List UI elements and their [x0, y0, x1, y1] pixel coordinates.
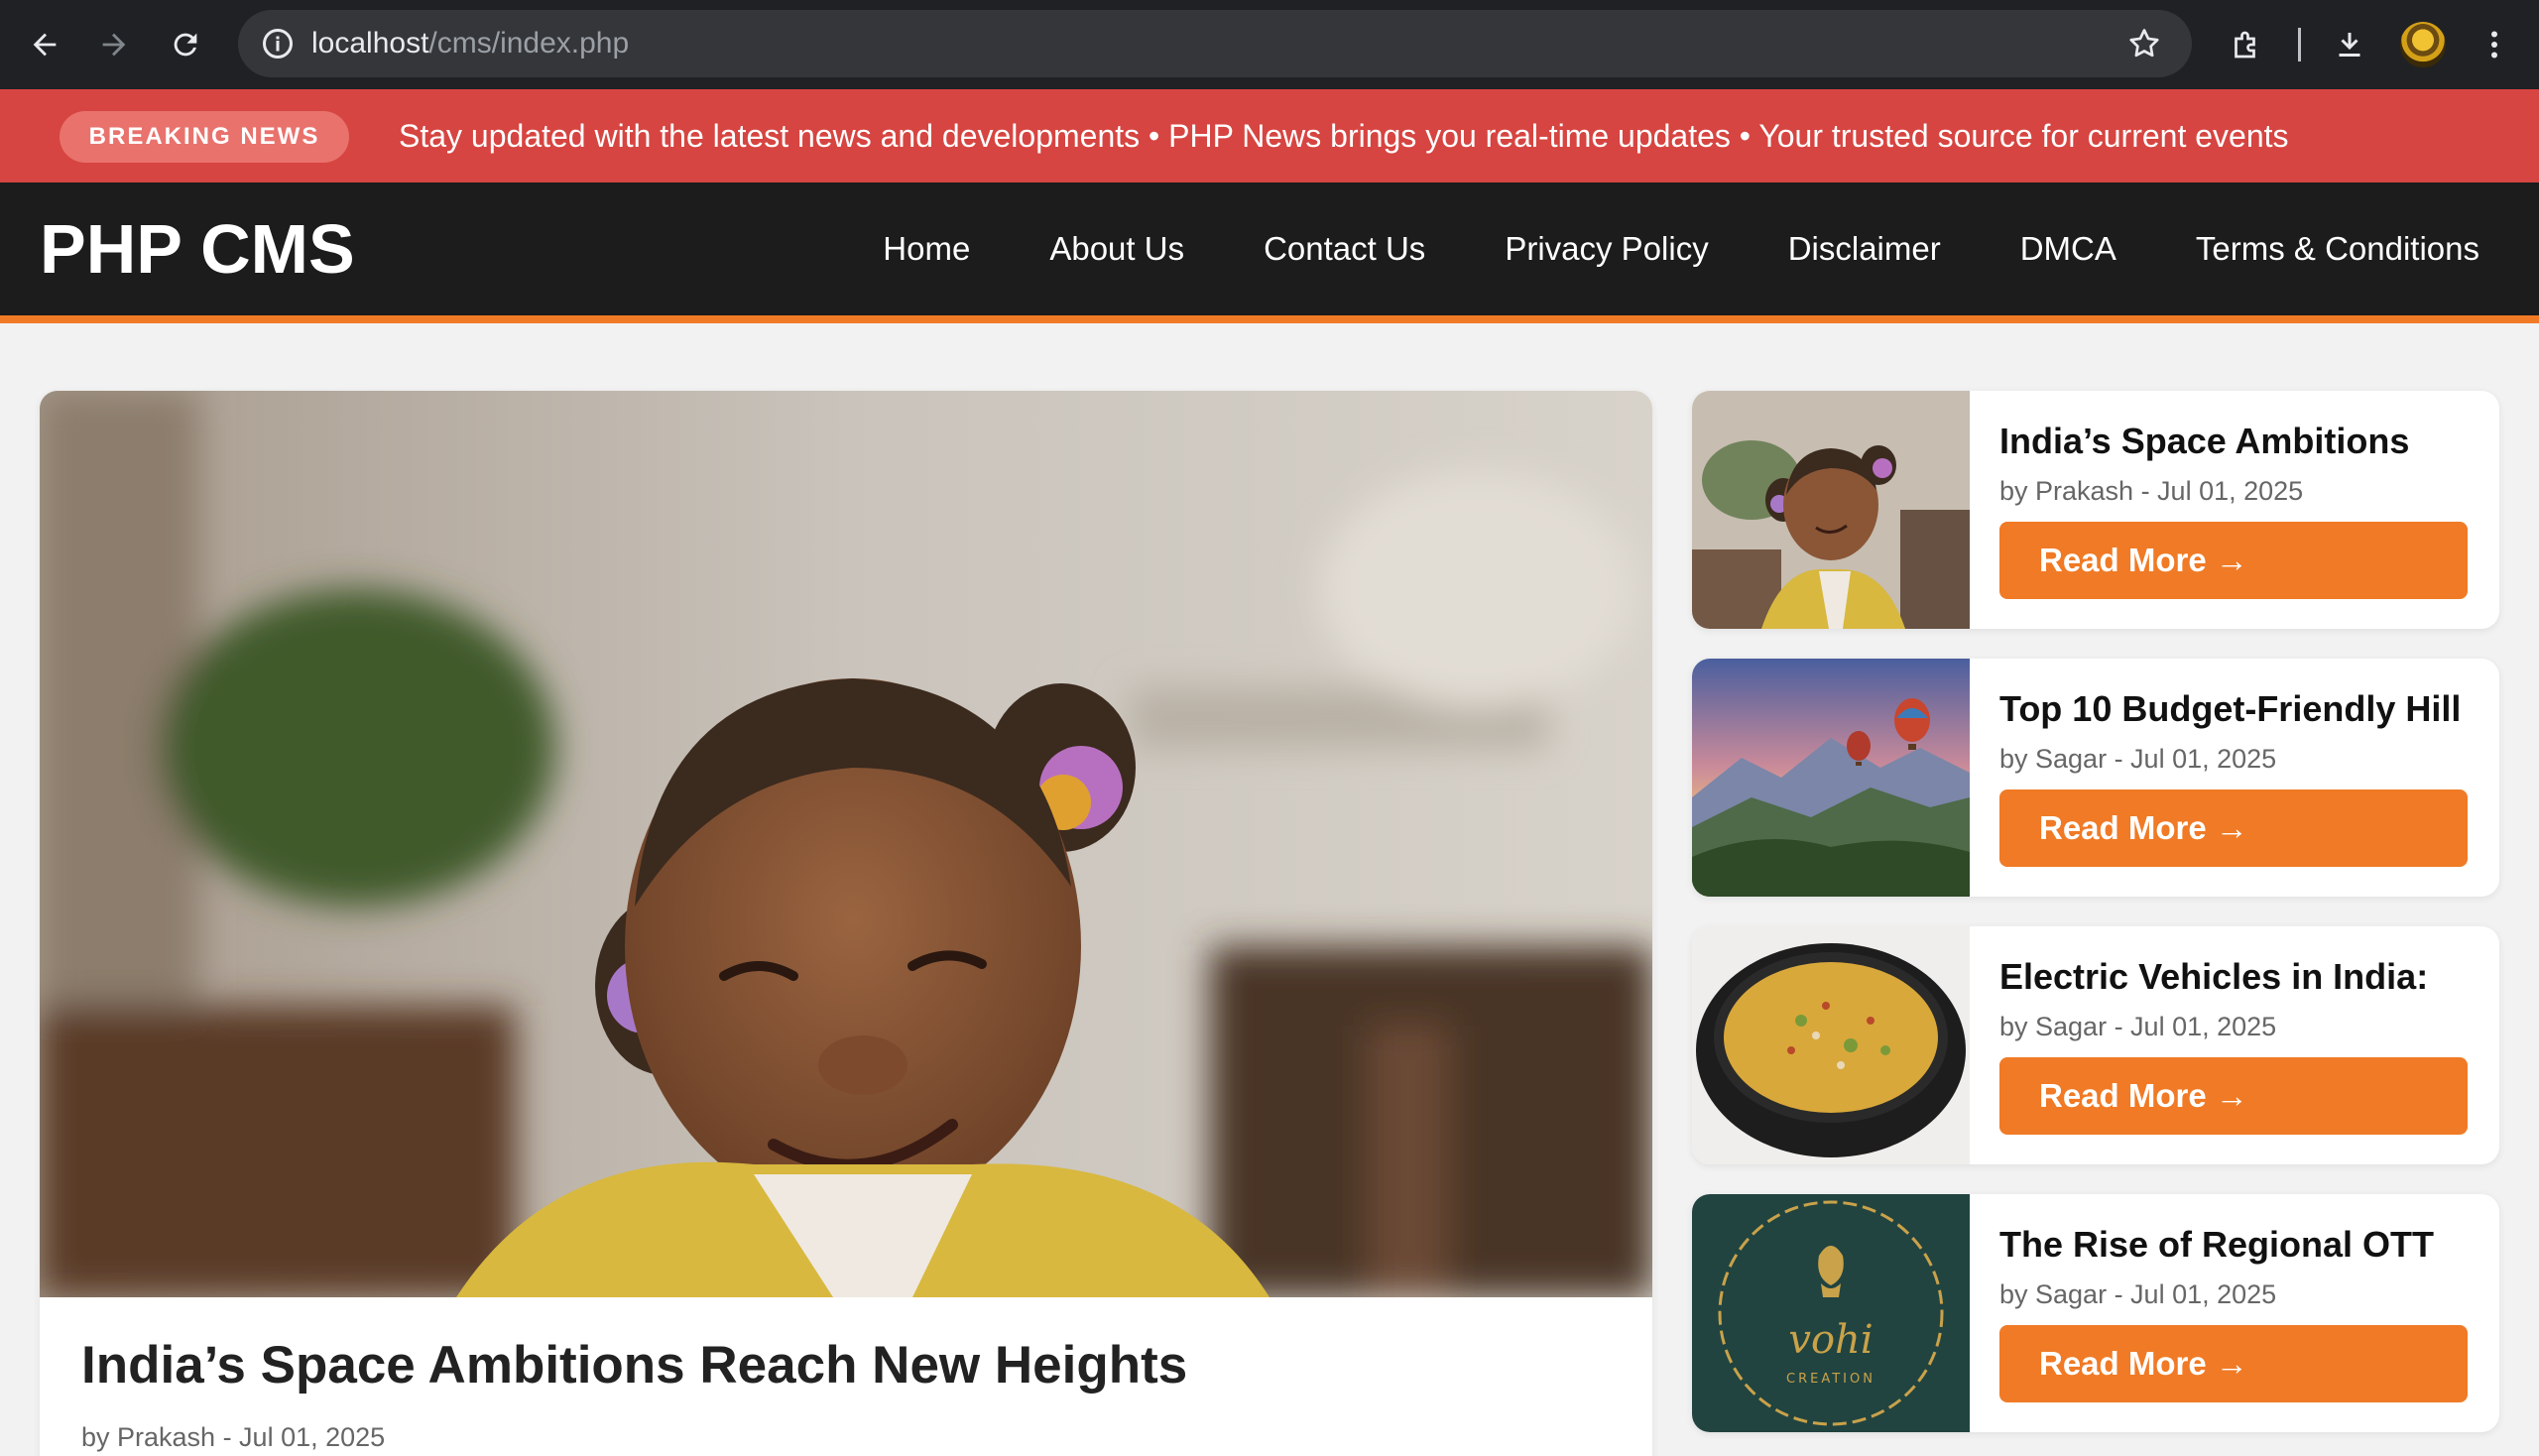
- featured-image[interactable]: [40, 391, 1652, 1297]
- reload-button[interactable]: [159, 18, 212, 71]
- card-thumbnail[interactable]: [1692, 659, 1970, 897]
- main-nav: Home About Us Contact Us Privacy Policy …: [883, 182, 2479, 315]
- sidebar-card[interactable]: Top 10 Budget-Friendly Hill by Sagar - J…: [1692, 659, 2499, 897]
- profile-avatar[interactable]: [2400, 22, 2446, 67]
- card-meta: by Sagar - Jul 01, 2025: [1999, 1279, 2277, 1309]
- smiling-girl-thumb: [1692, 391, 1970, 629]
- nav-privacy-policy[interactable]: Privacy Policy: [1505, 230, 1708, 268]
- browser-toolbar: localhost/cms/index.php: [0, 0, 2539, 89]
- read-more-button[interactable]: Read More →: [1999, 1325, 2468, 1402]
- read-more-button[interactable]: Read More →: [1999, 789, 2468, 867]
- back-button[interactable]: [18, 18, 71, 71]
- card-meta: by Sagar - Jul 01, 2025: [1999, 1012, 2277, 1041]
- read-more-button[interactable]: Read More →: [1999, 1057, 2468, 1135]
- reload-icon: [174, 33, 197, 57]
- download-icon: [2339, 33, 2360, 57]
- featured-article[interactable]: India’s Space Ambitions Reach New Height…: [40, 391, 1652, 1456]
- url-host: localhost: [311, 27, 429, 60]
- arrow-right-icon: [102, 33, 126, 57]
- downloads-button[interactable]: [2327, 22, 2372, 67]
- card-title[interactable]: The Rise of Regional OTT: [1999, 1224, 2434, 1266]
- puzzle-icon: [2235, 31, 2255, 59]
- card-title[interactable]: Top 10 Budget-Friendly Hill: [1999, 688, 2461, 730]
- card-meta: by Prakash - Jul 01, 2025: [1999, 476, 2304, 506]
- breaking-news-badge: BREAKING NEWS: [60, 111, 349, 163]
- address-bar[interactable]: localhost/cms/index.php: [238, 10, 2192, 77]
- url-text[interactable]: localhost/cms/index.php: [311, 10, 629, 77]
- read-more-button[interactable]: Read More →: [1999, 522, 2468, 599]
- breaking-news-ticker: Stay updated with the latest news and de…: [399, 118, 2289, 154]
- sidebar-card[interactable]: Electric Vehicles in India: by Sagar - J…: [1692, 926, 2499, 1164]
- sidebar-card[interactable]: India’s Space Ambitions by Prakash - Jul…: [1692, 391, 2499, 629]
- sidebar-card[interactable]: vohi CREATION The Rise of Regional OTT b…: [1692, 1194, 2499, 1432]
- arrow-left-icon: [33, 33, 57, 57]
- card-thumbnail[interactable]: [1692, 926, 1970, 1164]
- card-thumbnail[interactable]: vohi CREATION: [1692, 1194, 1970, 1432]
- logo-subtext: CREATION: [1786, 1372, 1875, 1387]
- card-thumbnail[interactable]: [1692, 391, 1970, 629]
- card-title[interactable]: India’s Space Ambitions: [1999, 421, 2409, 462]
- breaking-news-bar: BREAKING NEWS Stay updated with the late…: [0, 89, 2539, 182]
- more-vertical-icon: [2491, 31, 2497, 59]
- bookmark-star-icon[interactable]: [2126, 26, 2162, 61]
- nav-terms-conditions[interactable]: Terms & Conditions: [2196, 230, 2479, 268]
- featured-byline: by Prakash - Jul 01, 2025: [81, 1422, 386, 1452]
- food-bowl-thumb: [1692, 926, 1970, 1164]
- site-header: PHP CMS Home About Us Contact Us Privacy…: [0, 182, 2539, 323]
- featured-title[interactable]: India’s Space Ambitions Reach New Height…: [81, 1335, 1187, 1395]
- nav-contact-us[interactable]: Contact Us: [1264, 230, 1425, 268]
- nav-about-us[interactable]: About Us: [1049, 230, 1184, 268]
- extensions-button[interactable]: [2224, 22, 2269, 67]
- smiling-girl-photo: [40, 391, 1652, 1297]
- forward-button[interactable]: [87, 18, 141, 71]
- menu-button[interactable]: [2472, 22, 2517, 67]
- logo-script-text: vohi: [1788, 1317, 1873, 1363]
- nav-home[interactable]: Home: [883, 230, 970, 268]
- toolbar-separator: [2298, 28, 2301, 61]
- nav-dmca[interactable]: DMCA: [2020, 230, 2116, 268]
- balloons-mountains-thumb: [1692, 659, 1970, 897]
- card-meta: by Sagar - Jul 01, 2025: [1999, 744, 2277, 774]
- vohi-creation-logo: vohi CREATION: [1692, 1194, 1970, 1432]
- info-icon[interactable]: [260, 26, 296, 61]
- site-logo[interactable]: PHP CMS: [40, 182, 355, 315]
- card-title[interactable]: Electric Vehicles in India:: [1999, 956, 2428, 998]
- nav-disclaimer[interactable]: Disclaimer: [1788, 230, 1941, 268]
- url-path: /cms/index.php: [428, 27, 630, 60]
